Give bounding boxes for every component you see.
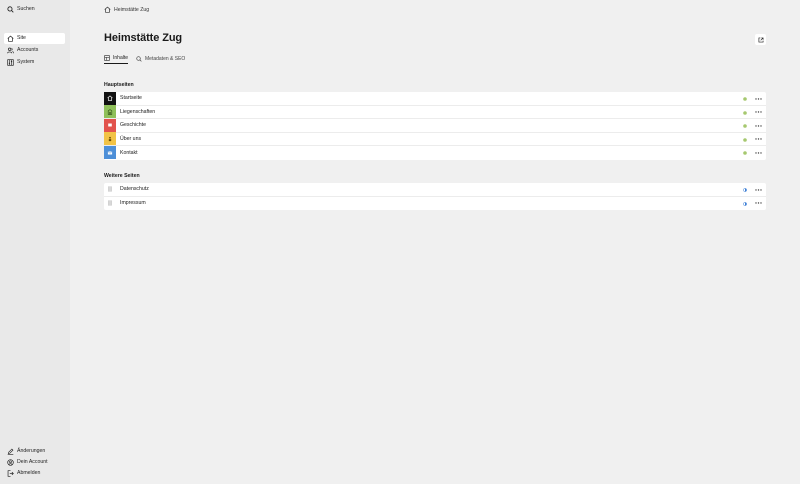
- page-list-main: Startseite Liegenschaften Geschichte Übe…: [104, 91, 766, 160]
- page-title-text: Impressum: [120, 200, 146, 207]
- more-icon: [755, 97, 762, 100]
- sidebar-item-label: Site: [17, 34, 26, 41]
- sidebar-item-system[interactable]: System: [4, 57, 65, 68]
- more-icon: [755, 151, 762, 154]
- status-published-icon: [743, 124, 747, 128]
- page-icon-badge: [104, 146, 116, 160]
- home-icon: [107, 95, 113, 101]
- options-button[interactable]: [754, 136, 763, 143]
- status-badge[interactable]: [743, 124, 747, 128]
- list-item[interactable]: Über uns: [104, 132, 766, 146]
- status-published-icon: [743, 97, 747, 101]
- tab-content[interactable]: Inhalte: [104, 53, 129, 64]
- home-icon: [7, 35, 14, 42]
- options-button[interactable]: [754, 186, 763, 193]
- sidebar-item-label: Accounts: [17, 46, 39, 53]
- more-icon: [755, 188, 762, 191]
- page-icon: [108, 186, 112, 192]
- sidebar-item-label: Dein Account: [17, 458, 48, 465]
- search-icon: [7, 6, 14, 13]
- page-title-text: Liegenschaften: [120, 108, 156, 115]
- status-badge[interactable]: [743, 137, 747, 142]
- content-icon: [104, 55, 110, 61]
- page-title-text: Kontakt: [120, 149, 138, 156]
- page-icon-badge: [104, 183, 116, 196]
- breadcrumb[interactable]: Heimstätte Zug: [104, 5, 149, 14]
- page-icon-badge: [104, 118, 116, 132]
- users-icon: [7, 47, 14, 54]
- section-title-main: Hauptseiten: [104, 82, 134, 88]
- status-badge[interactable]: [743, 110, 747, 115]
- page-icon-badge: [104, 132, 116, 146]
- status-badge[interactable]: [743, 201, 747, 206]
- status-published-icon: [743, 110, 747, 115]
- sidebar-item-accounts[interactable]: Accounts: [4, 45, 65, 56]
- status-published-icon: [743, 151, 747, 155]
- page-icon: [108, 200, 112, 206]
- more-icon: [755, 124, 762, 127]
- tab-metadata-seo[interactable]: Metadaten & SEO: [136, 53, 185, 64]
- sidebar-item-label: Abmelden: [17, 469, 41, 476]
- status-unlisted-icon: [743, 201, 747, 206]
- tab-label: Inhalte: [113, 55, 129, 61]
- search-button[interactable]: Suchen: [4, 4, 65, 15]
- sidebar-item-label: System: [17, 58, 35, 65]
- section-title-other: Weitere Seiten: [104, 173, 140, 179]
- sidebar-item-logout[interactable]: Abmelden: [4, 468, 65, 479]
- options-button[interactable]: [754, 200, 763, 207]
- more-icon: [755, 111, 762, 113]
- sidebar: Suchen Site Accounts System Änderungen D…: [0, 0, 70, 484]
- options-button[interactable]: [754, 149, 763, 156]
- status-badge[interactable]: [743, 97, 747, 101]
- breadcrumb-label: Heimstätte Zug: [114, 6, 150, 13]
- options-button[interactable]: [754, 109, 763, 116]
- page-title-text: Geschichte: [120, 122, 146, 129]
- page-title-text: Datenschutz: [120, 186, 149, 193]
- page-title: Heimstätte Zug: [104, 32, 183, 44]
- search-icon: [136, 55, 142, 62]
- external-link-icon: [758, 37, 763, 42]
- mail-icon: [107, 151, 113, 155]
- people-icon: [108, 136, 112, 141]
- book-icon: [108, 123, 112, 127]
- more-icon: [755, 202, 762, 204]
- page-title-text: Über uns: [120, 135, 142, 142]
- home-icon: [104, 6, 111, 13]
- list-item[interactable]: Kontakt: [104, 146, 766, 160]
- list-item[interactable]: Geschichte: [104, 118, 766, 133]
- list-item[interactable]: Startseite: [104, 91, 766, 106]
- more-icon: [755, 138, 762, 140]
- status-badge[interactable]: [743, 188, 747, 192]
- building-icon: [107, 108, 113, 115]
- search-label: Suchen: [17, 5, 35, 12]
- open-site-button[interactable]: [755, 34, 766, 45]
- status-badge[interactable]: [743, 151, 747, 155]
- sidebar-item-account[interactable]: Dein Account: [4, 457, 65, 468]
- status-unlisted-icon: [743, 188, 747, 192]
- list-item[interactable]: Liegenschaften: [104, 105, 766, 119]
- options-button[interactable]: [754, 122, 763, 129]
- page-list-other: Datenschutz Impressum: [104, 183, 766, 210]
- list-item[interactable]: Datenschutz: [104, 183, 766, 197]
- system-icon: [7, 59, 14, 66]
- page-icon-badge: [104, 105, 116, 119]
- status-published-icon: [743, 137, 747, 142]
- sidebar-item-changes[interactable]: Änderungen: [4, 446, 65, 457]
- options-button[interactable]: [754, 95, 763, 102]
- account-icon: [7, 459, 14, 466]
- edit-icon: [7, 448, 14, 455]
- page-icon-badge: [104, 91, 116, 105]
- logout-icon: [7, 470, 14, 477]
- sidebar-item-site[interactable]: Site: [4, 33, 65, 44]
- list-item[interactable]: Impressum: [104, 197, 766, 211]
- tab-label: Metadaten & SEO: [145, 55, 186, 62]
- sidebar-item-label: Änderungen: [17, 447, 46, 454]
- page-icon-badge: [104, 197, 116, 210]
- page-title-text: Startseite: [120, 95, 142, 102]
